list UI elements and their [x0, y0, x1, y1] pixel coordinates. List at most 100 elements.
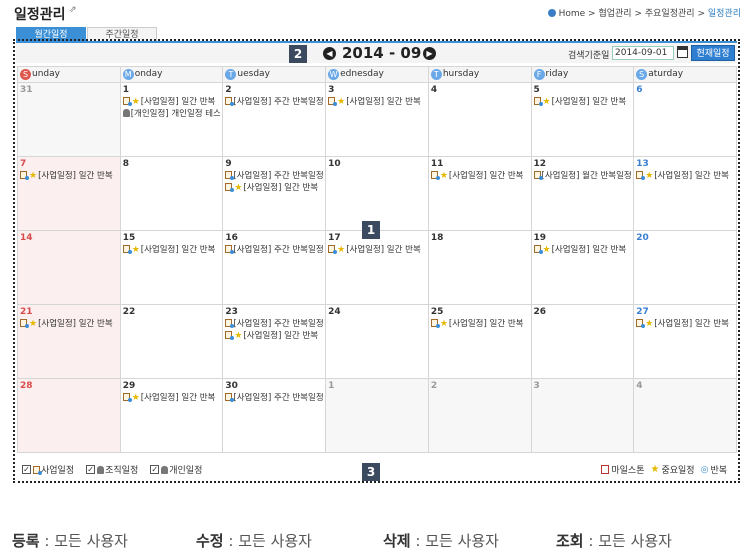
star-icon: ★ [131, 97, 140, 107]
calendar-day-cell[interactable]: 17 ★[사업일정] 일간 반복 [325, 230, 429, 305]
day-number: 26 [533, 307, 547, 317]
calendar-day-cell[interactable]: 7 ★[사업일정] 일간 반복 [17, 156, 121, 231]
permission-edit: 수정 : 모든 사용자 [196, 532, 312, 550]
calendar-event[interactable]: ★[사업일정] 일간 반복 [122, 97, 221, 108]
day-number: 29 [122, 381, 136, 391]
calendar-event[interactable]: ★[사업일정] 일간 반복 [636, 171, 734, 182]
calendar-day-cell[interactable]: 1 ★[사업일정] 일간 반복 [개인일정] 개인일정 테스트 [119, 82, 224, 157]
page-title: 일정관리 [14, 7, 66, 23]
calendar-day-cell[interactable]: 5 ★[사업일정] 일간 반복 [530, 82, 635, 157]
breadcrumb-main-schedule[interactable]: 주요일정관리 [645, 9, 695, 19]
calendar-day-cell[interactable]: 20 [633, 230, 737, 305]
calendar-day-cell[interactable]: 12 [사업일정] 월간 반복일정 [530, 156, 635, 231]
calendar-day-cell[interactable]: 15 ★[사업일정] 일간 반복 [119, 230, 224, 305]
permission-label: 조회 [556, 532, 584, 550]
calendar-day-cell[interactable]: 14 [17, 230, 121, 305]
calendar-event[interactable]: ★[사업일정] 일간 반복 [20, 171, 118, 182]
star-icon: ★ [234, 183, 243, 193]
calendar-day-cell[interactable]: 21 ★[사업일정] 일간 반복 [17, 304, 121, 379]
calendar-event[interactable]: ★[사업일정] 일간 반복 [122, 245, 221, 256]
breadcrumb-collab[interactable]: 협업관리 [598, 9, 631, 19]
calendar-day-cell[interactable]: 30 [사업일정] 주간 반복일정 [222, 378, 327, 453]
repeat-schedule-icon [430, 319, 440, 328]
permission-label: 등록 [12, 532, 40, 550]
calendar-day-cell[interactable]: 1 [325, 378, 429, 453]
calendar-day-cell[interactable]: 29 ★[사업일정] 일간 반복 [119, 378, 224, 453]
calendar-event[interactable]: ★[사업일정] 일간 반복 [533, 245, 632, 256]
calendar-event[interactable]: [개인일정] 개인일정 테스트 [122, 109, 220, 120]
filter-personal-label: 개인일정 [169, 466, 203, 476]
calendar-picker-icon[interactable] [677, 46, 688, 58]
calendar-event[interactable]: [사업일정] 주간 반복일정 [225, 393, 323, 404]
calendar-event[interactable]: ★[사업일정] 일간 반복 [636, 319, 734, 330]
breadcrumb-home[interactable]: Home [559, 9, 586, 19]
calendar-day-cell[interactable]: 6 [633, 82, 737, 157]
repeat-schedule-icon [533, 97, 543, 106]
calendar-day-cell[interactable]: 13 ★[사업일정] 일간 반복 [633, 156, 737, 231]
calendar-day-cell[interactable]: 4 [633, 378, 737, 453]
calendar-day-cell[interactable]: 11 ★[사업일정] 일간 반복 [427, 156, 532, 231]
calendar-event[interactable]: [사업일정] 월간 반복일정 [533, 171, 631, 182]
checkbox-icon[interactable]: ✓ [86, 465, 96, 474]
weekday-name: hursday [442, 69, 480, 79]
calendar-event[interactable]: ★[사업일정] 일간 반복 [430, 171, 529, 182]
calendar-event[interactable]: ★[사업일정] 일간 반복 [328, 97, 426, 108]
repeat-schedule-icon [225, 319, 235, 328]
checkbox-icon[interactable]: ✓ [150, 465, 160, 474]
filter-personal[interactable]: ✓ 개인일정 [150, 463, 202, 476]
calendar-day-cell[interactable]: 3 ★[사업일정] 일간 반복 [325, 82, 429, 157]
calendar-event[interactable]: ★[사업일정] 일간 반복 [20, 319, 118, 330]
calendar-event[interactable]: ★[사업일정] 일간 반복 [225, 331, 323, 342]
calendar-day-cell[interactable]: 2 [427, 378, 532, 453]
calendar-event[interactable]: [사업일정] 주간 반복일정 [225, 319, 323, 330]
calendar-day-cell[interactable]: 23 [사업일정] 주간 반복일정 ★[사업일정] 일간 반복 [222, 304, 327, 379]
legend-milestone: 마일스톤 [601, 463, 644, 476]
calendar-day-cell[interactable]: 8 [119, 156, 224, 231]
event-title: [사업일정] 주간 반복일정 [233, 171, 324, 181]
repeat-schedule-icon [328, 97, 338, 106]
filter-business[interactable]: ✓ 사업일정 [22, 463, 74, 476]
repeat-schedule-icon [122, 393, 132, 402]
calendar-event[interactable]: ★[사업일정] 일간 반복 [122, 393, 221, 404]
next-month-button[interactable]: ▶ [423, 47, 436, 60]
event-title: [사업일정] 주간 반복일정 [233, 97, 324, 107]
calendar-day-cell[interactable]: 9 [사업일정] 주간 반복일정 ★[사업일정] 일간 반복 [222, 156, 327, 231]
calendar-event[interactable]: [사업일정] 주간 반복일정 [225, 97, 323, 108]
calendar-event[interactable]: [사업일정] 주간 반복일정 [225, 171, 323, 182]
month-calendar: Sunday Monday Tuesday Wednesday Thursday Frid… [17, 66, 737, 453]
annotation-badge-3: 3 [362, 463, 380, 481]
calendar-day-cell[interactable]: 2 [사업일정] 주간 반복일정 [222, 82, 327, 157]
calendar-day-cell[interactable]: 28 [17, 378, 121, 453]
calendar-event[interactable]: ★[사업일정] 일간 반복 [430, 319, 529, 330]
filter-business-label: 사업일정 [41, 466, 75, 476]
calendar-day-cell[interactable]: 25 ★[사업일정] 일간 반복 [427, 304, 532, 379]
prev-month-button[interactable]: ◀ [323, 47, 336, 60]
calendar-day-cell[interactable]: 26 [530, 304, 635, 379]
permission-delete: 삭제 : 모든 사용자 [383, 532, 499, 550]
calendar-event[interactable]: ★[사업일정] 일간 반복 [328, 245, 426, 256]
event-title: [사업일정] 일간 반복 [346, 245, 421, 255]
day-number: 21 [20, 307, 33, 317]
day-number: 1 [328, 381, 335, 391]
calendar-day-cell[interactable]: 3 [530, 378, 635, 453]
day-number: 19 [533, 233, 547, 243]
calendar-day-cell[interactable]: 27 ★[사업일정] 일간 반복 [633, 304, 737, 379]
checkbox-icon[interactable]: ✓ [22, 465, 31, 474]
calendar-day-cell[interactable]: 16 [사업일정] 주간 반복일정 [222, 230, 327, 305]
search-date-input[interactable] [612, 46, 674, 60]
calendar-event[interactable]: [사업일정] 주간 반복일정 [225, 245, 323, 256]
calendar-day-cell[interactable]: 22 [119, 304, 224, 379]
calendar-day-cell[interactable]: 24 [325, 304, 429, 379]
calendar-day-cell[interactable]: 18 [427, 230, 532, 305]
calendar-event[interactable]: ★[사업일정] 일간 반복 [225, 183, 323, 194]
filter-organization[interactable]: ✓ 조직일정 [86, 463, 138, 476]
calendar-event[interactable]: ★[사업일정] 일간 반복 [533, 97, 632, 108]
calendar-day-cell[interactable]: 10 [325, 156, 429, 231]
home-icon [547, 9, 556, 17]
calendar-day-cell[interactable]: 31 [17, 82, 121, 157]
external-link-icon[interactable]: ⇗ [69, 5, 77, 15]
calendar-day-cell[interactable]: 4 [427, 82, 532, 157]
weekday-name: unday [32, 69, 60, 79]
today-button[interactable]: 현재일정 [691, 45, 735, 61]
calendar-day-cell[interactable]: 19 ★[사업일정] 일간 반복 [530, 230, 635, 305]
